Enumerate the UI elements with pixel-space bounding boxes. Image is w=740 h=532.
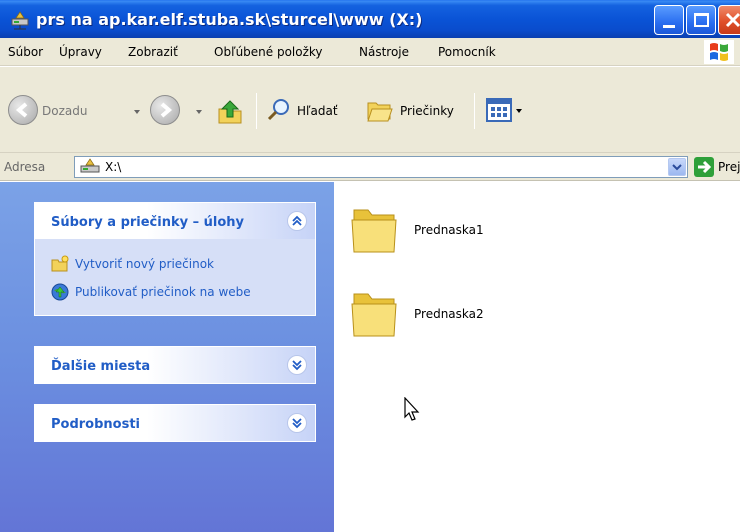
details-panel: Podrobnosti [34, 404, 316, 442]
address-bar: Adresa X:\ Prejsť [0, 153, 740, 181]
maximize-button[interactable] [686, 5, 716, 35]
collapse-button[interactable] [287, 211, 307, 231]
toolbar-separator [474, 93, 475, 129]
title-bar[interactable]: prs na ap.kar.elf.stuba.sk\sturcel\www (… [0, 0, 740, 38]
search-icon[interactable] [266, 97, 292, 123]
window-title: prs na ap.kar.elf.stuba.sk\sturcel\www (… [36, 10, 423, 29]
folders-button[interactable]: Priečinky [400, 104, 454, 118]
back-arrow-icon [15, 102, 28, 118]
up-folder-icon[interactable] [216, 97, 244, 125]
minimize-button[interactable] [654, 5, 684, 35]
folder-icon [351, 209, 397, 253]
maximize-icon [694, 13, 709, 27]
new-folder-link[interactable]: Vytvoriť nový priečinok [75, 257, 214, 271]
other-places-header[interactable]: Ďalšie miesta [35, 347, 315, 383]
menu-view[interactable]: Zobraziť [128, 45, 178, 59]
search-button[interactable]: Hľadať [297, 104, 338, 118]
folders-icon[interactable] [366, 97, 394, 123]
expand-button[interactable] [287, 355, 307, 375]
other-places-title: Ďalšie miesta [51, 359, 151, 374]
go-button[interactable] [694, 157, 714, 177]
address-label: Adresa [4, 160, 46, 174]
forward-arrow-icon [160, 102, 173, 118]
address-value: X:\ [105, 160, 122, 174]
views-dropdown-icon[interactable] [516, 109, 522, 113]
file-folder-tasks-body: Vytvoriť nový priečinok Publikovať prieč… [35, 239, 315, 315]
back-dropdown-icon[interactable] [134, 110, 140, 114]
folder-item[interactable]: Prednaska2 [350, 286, 550, 346]
details-title: Podrobnosti [51, 417, 141, 432]
folder-icon [351, 293, 397, 337]
expand-button[interactable] [287, 413, 307, 433]
file-folder-tasks-panel: Súbory a priečinky – úlohy Vytvoriť nový… [34, 202, 316, 316]
go-label[interactable]: Prejsť [718, 160, 740, 174]
folder-name: Prednaska2 [414, 307, 484, 321]
network-drive-icon [11, 11, 29, 30]
folder-item[interactable]: Prednaska1 [350, 202, 550, 262]
close-button[interactable] [718, 5, 740, 35]
address-dropdown-button[interactable] [668, 158, 686, 176]
task-pane: Súbory a priečinky – úlohy Vytvoriť nový… [0, 182, 334, 532]
file-list[interactable]: Prednaska1 Prednaska2 [334, 182, 740, 532]
toolbar: Dozadu Hľadať Priečinky [0, 67, 740, 153]
go-arrow-icon [698, 160, 712, 174]
publish-web-icon [51, 283, 69, 301]
views-icon[interactable] [486, 98, 512, 122]
chevron-down-icon [672, 164, 682, 171]
network-drive-icon [80, 158, 100, 173]
menu-edit[interactable]: Úpravy [59, 45, 102, 59]
details-header[interactable]: Podrobnosti [35, 405, 315, 441]
forward-dropdown-icon[interactable] [196, 110, 202, 114]
chevron-up-icon [292, 215, 302, 226]
toolbar-separator [256, 93, 257, 129]
menu-file[interactable]: Súbor [8, 45, 43, 59]
other-places-panel: Ďalšie miesta [34, 346, 316, 384]
file-folder-tasks-title: Súbory a priečinky – úlohy [51, 215, 245, 230]
publish-web-link[interactable]: Publikovať priečinok na webe [75, 285, 251, 299]
file-folder-tasks-header[interactable]: Súbory a priečinky – úlohy [35, 203, 315, 239]
menu-favorites[interactable]: Obľúbené položky [214, 45, 323, 59]
back-label: Dozadu [42, 104, 88, 118]
close-icon [725, 12, 740, 28]
forward-button[interactable] [150, 95, 180, 125]
menu-tools[interactable]: Nástroje [359, 45, 409, 59]
minimize-icon [663, 25, 675, 28]
new-folder-icon [51, 255, 69, 272]
back-button[interactable] [8, 95, 38, 125]
menu-bar: Súbor Úpravy Zobraziť Obľúbené položky N… [0, 38, 740, 66]
menu-help[interactable]: Pomocník [438, 45, 496, 59]
mouse-cursor-icon [404, 397, 420, 421]
windows-logo-icon [704, 40, 734, 64]
folder-name: Prednaska1 [414, 223, 484, 237]
chevron-down-icon [292, 360, 302, 371]
chevron-down-icon [292, 418, 302, 429]
address-input[interactable]: X:\ [74, 156, 688, 178]
